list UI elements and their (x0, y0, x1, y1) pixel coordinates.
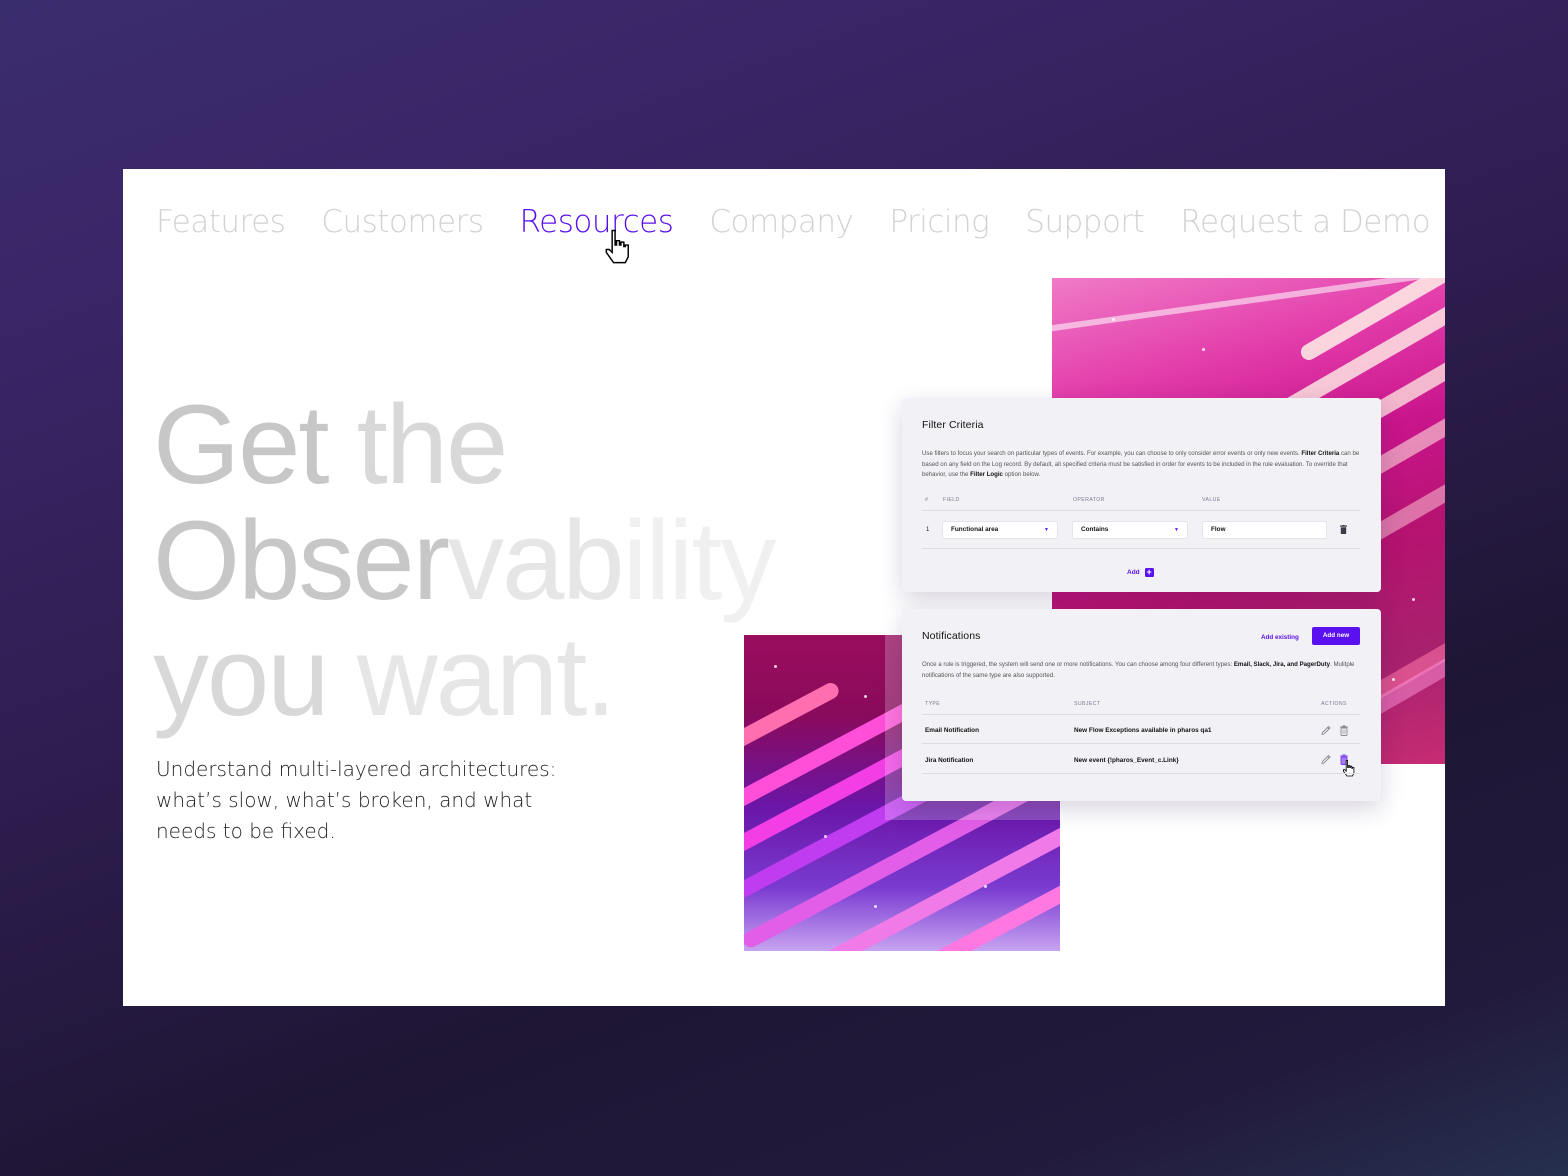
hero-heading: Get the Observability you want. (153, 387, 777, 735)
star (824, 835, 827, 838)
nav-features[interactable]: Features (156, 199, 286, 245)
hero-subtitle: Understand multi-layered architectures: … (156, 757, 557, 843)
hero-word: vab (448, 498, 625, 623)
delete-row-trash-icon[interactable] (1340, 525, 1347, 534)
caret-down-icon: ▼ (1044, 527, 1049, 533)
column-header-subject: Subject (1074, 701, 1101, 707)
notification-subject: New event {!pharos_Event_c.Link} (1074, 757, 1179, 764)
column-header-field: Field (943, 497, 960, 503)
desc-text: option below. (1002, 471, 1041, 478)
desc-bold: Filter Logic (970, 471, 1003, 478)
hero-word: Obser (153, 498, 450, 623)
desc-text: Use filters to focus your search on part… (922, 450, 1302, 457)
desc-text: Once a rule is triggered, the system wil… (922, 661, 1234, 668)
row-number: 1 (926, 527, 930, 533)
star (984, 885, 987, 888)
nav-resources[interactable]: Resources (520, 199, 674, 245)
notification-type: Jira Notification (925, 757, 974, 764)
hero-word: you (153, 614, 357, 739)
star (1112, 318, 1115, 321)
column-header-num: # (925, 497, 929, 503)
notifications-card: Notifications Add existing Add new Once … (902, 609, 1381, 801)
filter-criteria-card: Filter Criteria Use filters to focus you… (902, 398, 1381, 592)
star (864, 695, 867, 698)
filter-criteria-description: Use filters to focus your search on part… (922, 449, 1362, 481)
hero-word: the (356, 382, 509, 507)
divider (922, 773, 1360, 774)
hero-word: Get (153, 382, 357, 507)
desc-bold: Email, Slack, Jira, and PagerDuty (1233, 661, 1331, 668)
light-stripe (890, 853, 1060, 951)
desc-bold: Filter Criteria (1301, 450, 1340, 457)
column-header-value: Value (1202, 497, 1221, 503)
column-header-operator: Operator (1073, 497, 1105, 503)
filter-criteria-title: Filter Criteria (922, 419, 984, 431)
main-nav: Features Customers Resources Company Pri… (156, 199, 1431, 245)
column-header-actions: Actions (1321, 701, 1347, 707)
field-select[interactable]: Functional area ▼ (942, 521, 1058, 539)
edit-pencil-icon[interactable] (1321, 725, 1331, 736)
column-header-type: Type (925, 701, 941, 707)
field-select-value: Functional area (951, 526, 999, 533)
star (1412, 598, 1415, 601)
add-filter-label: Add (1127, 569, 1140, 576)
add-existing-button[interactable]: Add existing (1261, 634, 1299, 641)
hero-word: want. (356, 614, 617, 739)
divider (922, 510, 1360, 511)
operator-select-value: Contains (1081, 526, 1109, 533)
divider (922, 548, 1360, 549)
plus-icon: + (1144, 567, 1154, 577)
nav-company[interactable]: Company (709, 199, 853, 245)
nav-customers[interactable]: Customers (321, 199, 484, 245)
divider (922, 714, 1360, 715)
notification-subject: New Flow Exceptions available in pharos … (1074, 727, 1212, 734)
notifications-description: Once a rule is triggered, the system wil… (922, 660, 1362, 681)
notification-type: Email Notification (925, 727, 979, 734)
hand-cursor-icon (1342, 760, 1355, 777)
hand-cursor-icon (605, 229, 629, 264)
notifications-title: Notifications (922, 630, 981, 642)
divider (922, 743, 1360, 744)
value-input-text: Flow (1211, 526, 1226, 533)
star (1202, 348, 1205, 351)
star (774, 665, 777, 668)
hero-word: ility (622, 498, 777, 623)
edit-pencil-icon[interactable] (1321, 754, 1331, 765)
star (874, 905, 877, 908)
star (1392, 678, 1395, 681)
add-new-button[interactable]: Add new (1312, 627, 1360, 645)
nav-pricing[interactable]: Pricing (889, 199, 989, 245)
caret-down-icon: ▼ (1174, 527, 1179, 533)
add-filter-button[interactable]: Add + (1127, 568, 1154, 577)
value-input[interactable]: Flow (1202, 521, 1327, 539)
nav-support[interactable]: Support (1025, 199, 1145, 245)
delete-trash-icon[interactable] (1339, 725, 1349, 736)
nav-request-demo[interactable]: Request a Demo (1180, 199, 1430, 245)
operator-select[interactable]: Contains ▼ (1072, 521, 1188, 539)
website-frame: Features Customers Resources Company Pri… (123, 169, 1445, 1006)
